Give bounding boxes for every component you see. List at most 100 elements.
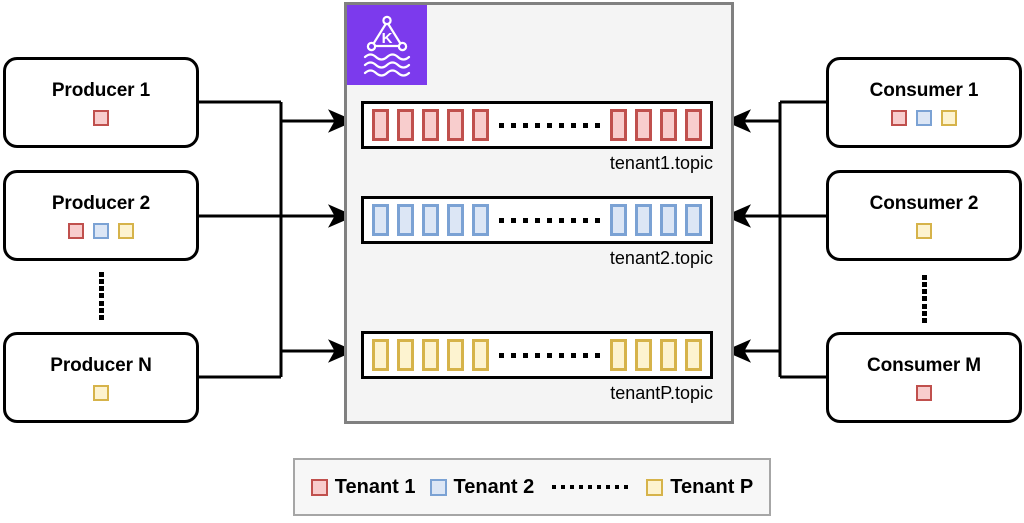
producer-ellipsis xyxy=(99,272,104,320)
partition-dot xyxy=(535,217,540,223)
partition-4[interactable] xyxy=(447,109,464,141)
producer-label-n: Producer N xyxy=(50,354,152,376)
producer-label-1: Producer 1 xyxy=(51,79,151,101)
producer-chips-1 xyxy=(93,109,109,126)
topic-bar-tenant1[interactable] xyxy=(361,101,713,149)
partition-dot xyxy=(595,352,600,358)
partition-dot xyxy=(499,217,504,223)
partition-9[interactable] xyxy=(685,339,702,371)
partition-dot xyxy=(547,122,552,128)
tenant-chip-1 xyxy=(916,222,932,239)
partition-dot xyxy=(559,122,564,128)
partition-2[interactable] xyxy=(397,204,414,236)
producer-label-2: Producer 2 xyxy=(51,192,151,214)
legend-dot xyxy=(615,485,620,489)
producer-chips-n xyxy=(93,384,109,401)
partition-5[interactable] xyxy=(472,204,489,236)
partition-3[interactable] xyxy=(422,339,439,371)
partition-ellipsis xyxy=(489,217,610,223)
partition-8[interactable] xyxy=(660,109,677,141)
partition-8[interactable] xyxy=(660,339,677,371)
partition-6[interactable] xyxy=(610,204,627,236)
diagram-canvas: K tenant1.topic tenant2.topic tenantP.to… xyxy=(0,0,1024,523)
partition-3[interactable] xyxy=(422,204,439,236)
partition-dot xyxy=(583,352,588,358)
kafka-logo-letter: K xyxy=(382,30,393,47)
tenant-chip-2 xyxy=(93,222,109,239)
consumer-label-m: Consumer M xyxy=(866,354,982,376)
legend-dot xyxy=(588,485,593,489)
topic-tenant1-wrap: tenant1.topic xyxy=(361,101,713,173)
consumer-ellipsis xyxy=(922,275,927,323)
consumer-box-2[interactable]: Consumer 2 xyxy=(826,170,1022,261)
tenant-chip-1 xyxy=(891,109,907,126)
producer-chips-2 xyxy=(68,222,134,239)
partition-5[interactable] xyxy=(472,339,489,371)
partition-1[interactable] xyxy=(372,204,389,236)
partition-dot xyxy=(571,122,576,128)
partition-9[interactable] xyxy=(685,109,702,141)
legend-chip-tenant1 xyxy=(310,478,328,496)
partition-4[interactable] xyxy=(447,204,464,236)
partition-9[interactable] xyxy=(685,204,702,236)
consumer-chips-2 xyxy=(916,222,932,239)
producer-box-1[interactable]: Producer 1 xyxy=(3,57,199,148)
partition-ellipsis xyxy=(489,352,610,358)
consumer-box-1[interactable]: Consumer 1 xyxy=(826,57,1022,148)
topic-label-tenant1: tenant1.topic xyxy=(609,153,713,173)
partition-7[interactable] xyxy=(635,109,652,141)
partition-7[interactable] xyxy=(635,204,652,236)
tenant-chip-1 xyxy=(93,384,109,401)
legend-label-tenantP: Tenant P xyxy=(670,475,754,498)
partition-2[interactable] xyxy=(397,339,414,371)
legend-item-tenant1: Tenant 1 xyxy=(310,476,416,499)
legend-dot xyxy=(606,485,611,489)
partition-dot xyxy=(499,352,504,358)
legend-label-tenant2: Tenant 2 xyxy=(453,475,535,498)
partition-dot xyxy=(595,217,600,223)
partition-1[interactable] xyxy=(372,339,389,371)
partition-1[interactable] xyxy=(372,109,389,141)
partition-2[interactable] xyxy=(397,109,414,141)
partition-dot xyxy=(523,217,528,223)
partition-dot xyxy=(511,352,516,358)
partition-4[interactable] xyxy=(447,339,464,371)
partition-dot xyxy=(559,217,564,223)
kafka-logo: K xyxy=(347,5,427,85)
topic-tenantP-wrap: tenantP.topic xyxy=(361,331,713,403)
partition-3[interactable] xyxy=(422,109,439,141)
partition-dot xyxy=(571,217,576,223)
consumer-box-m[interactable]: Consumer M xyxy=(826,332,1022,423)
partition-dot xyxy=(571,352,576,358)
tenant-chip-3 xyxy=(941,109,957,126)
consumer-chips-m xyxy=(916,384,932,401)
tenant-chip-1 xyxy=(93,109,109,126)
partition-6[interactable] xyxy=(610,339,627,371)
partition-dot xyxy=(559,352,564,358)
partition-dot xyxy=(535,352,540,358)
tenant-chip-1 xyxy=(68,222,84,239)
topic-bar-tenant2[interactable] xyxy=(361,196,713,244)
partition-8[interactable] xyxy=(660,204,677,236)
partition-dot xyxy=(583,122,588,128)
partition-dot xyxy=(511,217,516,223)
partition-7[interactable] xyxy=(635,339,652,371)
partition-6[interactable] xyxy=(610,109,627,141)
producer-box-2[interactable]: Producer 2 xyxy=(3,170,199,261)
topic-bar-tenantP[interactable] xyxy=(361,331,713,379)
legend-dot xyxy=(579,485,584,489)
legend-dot xyxy=(597,485,602,489)
kafka-broker-panel: K tenant1.topic tenant2.topic tenantP.to… xyxy=(344,2,734,424)
topic-tenant2-wrap: tenant2.topic xyxy=(361,196,713,268)
topic-label-tenantP: tenantP.topic xyxy=(610,383,713,403)
partition-dot xyxy=(547,217,552,223)
producer-box-n[interactable]: Producer N xyxy=(3,332,199,423)
legend-ellipsis xyxy=(552,485,629,489)
partition-5[interactable] xyxy=(472,109,489,141)
tenant-chip-1 xyxy=(916,384,932,401)
partition-dot xyxy=(511,122,516,128)
partition-dot xyxy=(523,122,528,128)
partition-dot xyxy=(523,352,528,358)
partition-dot xyxy=(535,122,540,128)
tenant-legend: Tenant 1 Tenant 2 Tenant P xyxy=(293,458,771,516)
